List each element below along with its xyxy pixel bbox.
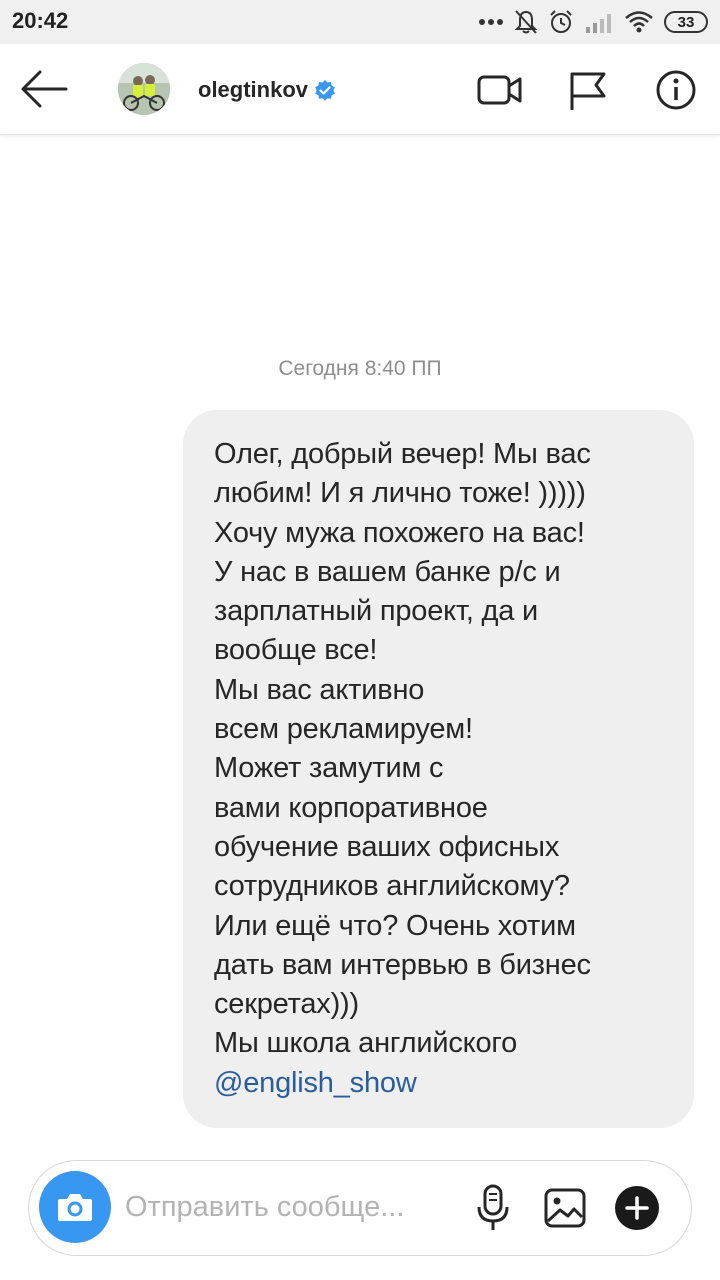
message-line: вами корпоративное	[214, 791, 488, 824]
video-call-button[interactable]	[476, 68, 524, 112]
alarm-icon	[550, 10, 572, 33]
gallery-button[interactable]	[541, 1183, 589, 1233]
message-line: Мы вас активно	[214, 673, 425, 706]
battery-level: 33	[677, 13, 695, 31]
camera-icon	[58, 1194, 92, 1221]
message-line: У нас в вашем банке р/с и	[214, 555, 561, 588]
profile-username[interactable]: olegtinkov	[198, 77, 336, 103]
mention-link[interactable]: @english_show	[214, 1064, 674, 1103]
battery-indicator: 33	[664, 11, 708, 33]
wifi-icon	[625, 11, 653, 33]
avatar-photo	[118, 63, 170, 115]
microphone-icon	[477, 1184, 509, 1230]
message-composer	[28, 1160, 692, 1256]
message-line: дать вам интервью в бизнес	[214, 948, 591, 981]
message-line: зарплатный проект, да и	[214, 595, 539, 628]
more-dots-icon	[479, 19, 503, 25]
mute-bell-icon	[514, 10, 538, 34]
video-call-icon	[477, 75, 522, 105]
flag-icon	[570, 72, 606, 110]
info-button[interactable]	[652, 68, 700, 112]
status-bar: 20:42 33	[0, 0, 720, 44]
message-line: Или ещё что? Очень хотим	[214, 909, 576, 942]
message-input[interactable]	[125, 1187, 455, 1227]
message-timestamp: Сегодня 8:40 ПП	[278, 357, 442, 380]
signal-icon	[586, 14, 611, 33]
status-icons: 33	[478, 6, 708, 38]
back-button[interactable]	[18, 66, 70, 112]
message-line: Хочу мужа похожего на вас!	[214, 516, 585, 549]
conversation-header: olegtinkov	[0, 44, 720, 135]
avatar[interactable]	[118, 63, 170, 115]
gallery-icon	[544, 1188, 586, 1228]
message-line: Мы школа английского	[214, 1027, 518, 1060]
message-line: Может замутим с	[214, 752, 444, 785]
voice-message-button[interactable]	[469, 1183, 517, 1233]
message-line: вообще все!	[214, 634, 378, 667]
username-text: olegtinkov	[198, 77, 309, 102]
message-bubble[interactable]: Олег, добрый вечер! Мы вас любим! И я ли…	[183, 410, 694, 1128]
message-line: любим! И я лично тоже! )))))	[214, 477, 586, 510]
info-icon	[656, 70, 696, 110]
more-options-button[interactable]	[613, 1183, 661, 1233]
message-line: всем рекламируем!	[214, 713, 473, 746]
status-time: 20:42	[12, 8, 69, 33]
report-flag-button[interactable]	[566, 68, 614, 112]
message-line: сотрудников английскому?	[214, 870, 570, 903]
message-line: секретах)))	[214, 988, 359, 1021]
plus-icon	[615, 1186, 659, 1230]
camera-button[interactable]	[39, 1171, 111, 1243]
back-arrow-icon	[21, 70, 68, 108]
message-line: Олег, добрый вечер! Мы вас	[214, 438, 591, 470]
message-line: обучение ваших офисных	[214, 830, 560, 863]
verified-badge-icon	[315, 80, 335, 101]
